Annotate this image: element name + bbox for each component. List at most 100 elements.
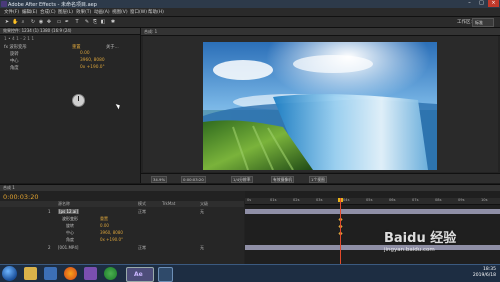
- ruler-tick: 10s: [481, 198, 488, 202]
- pan-behind-tool-icon[interactable]: ✥: [46, 19, 52, 25]
- menu-file[interactable]: 文件(F): [4, 9, 19, 15]
- menu-help[interactable]: 帮助(H): [148, 9, 164, 15]
- ruler-tick: 03s: [316, 198, 323, 202]
- rotate-tool-icon[interactable]: ↻: [30, 19, 36, 25]
- timeline-tracks[interactable]: 0s 01s 02s 03s 04s 05s 06s 07s 08s 09s 1…: [245, 191, 500, 265]
- start-button-icon[interactable]: [2, 266, 17, 281]
- effect-layer-label: 1 • 4 1 - 2 1 1: [4, 37, 35, 42]
- effect-row-angle: 角度: [10, 65, 19, 71]
- mouse-cursor-icon: [115, 102, 122, 110]
- menu-bar: 文件(F) 编辑(E) 合成(C) 图层(L) 效果(T) 动画(A) 视图(V…: [0, 8, 500, 17]
- baidu-watermark: Baidu 经验: [384, 231, 457, 246]
- pen-tool-icon[interactable]: ✒: [64, 19, 70, 25]
- composition-panel: 合成: 1 34.9% 0:00:03:20 1/4分辨率 有效摄像机 1个视图: [141, 28, 500, 183]
- menu-animation[interactable]: 动画(A): [94, 9, 110, 15]
- layer-track-bar[interactable]: [245, 209, 500, 214]
- select-tool-icon[interactable]: ➤: [4, 19, 10, 25]
- layer-property-row: 旋转 0.00: [0, 223, 244, 229]
- close-icon[interactable]: ×: [488, 0, 499, 7]
- layer-property-row: 角度 0x +190.0°: [0, 237, 244, 243]
- ruler-tick: 01s: [270, 198, 277, 202]
- ruler-tick: 0s: [247, 198, 252, 202]
- property-name: 旋转: [66, 223, 74, 228]
- puppet-tool-icon[interactable]: ✱: [110, 19, 116, 25]
- composition-viewer[interactable]: [143, 36, 498, 172]
- firefox-icon[interactable]: [64, 267, 77, 280]
- trkmat-header: TrkMat: [162, 201, 176, 206]
- layer-track-bar[interactable]: [245, 245, 500, 250]
- property-value[interactable]: 0.00: [100, 223, 109, 228]
- composition-tab[interactable]: 合成: 1: [141, 28, 500, 36]
- layer-parent[interactable]: 无: [200, 209, 204, 215]
- minimize-icon[interactable]: –: [464, 0, 475, 7]
- menu-edit[interactable]: 编辑(E): [22, 9, 37, 15]
- angle-value[interactable]: 0x +190.0°: [80, 65, 105, 70]
- ruler-tick: 09s: [458, 198, 465, 202]
- ruler-tick: 05s: [366, 198, 373, 202]
- view-layout-select[interactable]: 1个视图: [309, 176, 327, 183]
- layer-name[interactable]: [ps 12.ai]: [58, 209, 79, 214]
- layer-property-row: 中心 3960, 8080: [0, 230, 244, 236]
- effect-row-header[interactable]: fx 波形变形: [4, 44, 27, 50]
- eraser-tool-icon[interactable]: ◧: [100, 19, 106, 25]
- angle-dial[interactable]: [72, 94, 85, 107]
- zoom-tool-icon[interactable]: ⌕: [20, 19, 26, 25]
- layer-row[interactable]: 2 [001.MP4] 正常 无: [0, 245, 244, 251]
- effect-name: fx 波形变形: [4, 45, 27, 50]
- center-value[interactable]: 3960, 8080: [80, 58, 105, 63]
- clock-date: 2019/6/18: [472, 273, 496, 278]
- toolbar: ➤ ✋ ⌕ ↻ ◉ ✥ ▭ ✒ T ✎ ⎘ ◧ ✱ 工作区: 标准: [0, 17, 500, 28]
- mode-header: 模式: [138, 201, 146, 206]
- baidu-watermark-url: jingyan.baidu.com: [384, 247, 435, 253]
- zoom-select[interactable]: 34.9%: [151, 176, 168, 183]
- layer-parent[interactable]: 无: [200, 245, 204, 251]
- effect-reset-link[interactable]: 重置: [72, 44, 81, 50]
- composition-tab-label: 合成: 1: [144, 29, 158, 34]
- layer-mode[interactable]: 正常: [138, 209, 146, 215]
- brush-tool-icon[interactable]: ✎: [84, 19, 90, 25]
- workspace-select[interactable]: 标准: [472, 18, 494, 27]
- current-time-display[interactable]: 0:00:03:20: [181, 176, 206, 183]
- media-player-icon[interactable]: [44, 267, 57, 280]
- timeline-timecode[interactable]: 0:00:03:20: [3, 193, 39, 201]
- explorer-icon[interactable]: [24, 267, 37, 280]
- source-name-header: 源名称: [58, 201, 70, 206]
- menu-layer[interactable]: 图层(L): [58, 9, 73, 15]
- ruler-tick: 06s: [389, 198, 396, 202]
- chrome-icon[interactable]: [104, 267, 117, 280]
- effect-about-link[interactable]: 关于...: [106, 44, 119, 50]
- menu-view[interactable]: 视图(V): [112, 9, 128, 15]
- layer-index: 1: [48, 209, 51, 214]
- text-tool-icon[interactable]: T: [74, 19, 80, 25]
- mask-tool-icon[interactable]: ▭: [56, 19, 62, 25]
- hand-tool-icon[interactable]: ✋: [12, 19, 18, 25]
- effect-controls-tab[interactable]: 效果控件: 1234 (1) 1380 (16:9 (24): [0, 28, 140, 35]
- playhead-line[interactable]: [340, 198, 341, 265]
- layer-index: 2: [48, 245, 51, 250]
- property-value[interactable]: 3960, 8080: [100, 230, 123, 235]
- layer-list: 源名称 模式 TrkMat 父级 1 [ps 12.ai] 正常 无 波形变形 …: [0, 201, 244, 265]
- after-effects-icon[interactable]: Ae: [126, 267, 154, 282]
- app-icon[interactable]: [84, 267, 97, 280]
- property-value[interactable]: 重置: [100, 216, 108, 222]
- menu-effect[interactable]: 效果(T): [76, 9, 91, 15]
- rotation-value[interactable]: 0.00: [80, 51, 90, 56]
- layer-row[interactable]: 1 [ps 12.ai] 正常 无: [0, 209, 244, 215]
- time-ruler[interactable]: 0s 01s 02s 03s 04s 05s 06s 07s 08s 09s 1…: [245, 198, 500, 205]
- camera-select[interactable]: 有效摄像机: [271, 176, 294, 183]
- after-effects-app-icon: [1, 1, 7, 7]
- maximize-icon[interactable]: □: [476, 0, 487, 7]
- menu-window[interactable]: 窗口(W): [130, 9, 147, 15]
- ruler-tick: 04s: [343, 198, 350, 202]
- menu-composition[interactable]: 合成(C): [40, 9, 56, 15]
- camera-tool-icon[interactable]: ◉: [38, 19, 44, 25]
- system-clock[interactable]: 18:35 2019/6/18: [473, 267, 496, 279]
- resolution-select[interactable]: 1/4分辨率: [231, 176, 253, 183]
- layer-mode[interactable]: 正常: [138, 245, 146, 251]
- clone-tool-icon[interactable]: ⎘: [92, 19, 98, 25]
- property-value[interactable]: 0x +190.0°: [100, 237, 123, 242]
- photoshop-icon[interactable]: [158, 267, 173, 282]
- layer-name[interactable]: [001.MP4]: [58, 245, 78, 250]
- angle-label: 角度: [10, 66, 19, 71]
- window-title: Adobe After Effects - 未命名项目.aep: [8, 2, 97, 8]
